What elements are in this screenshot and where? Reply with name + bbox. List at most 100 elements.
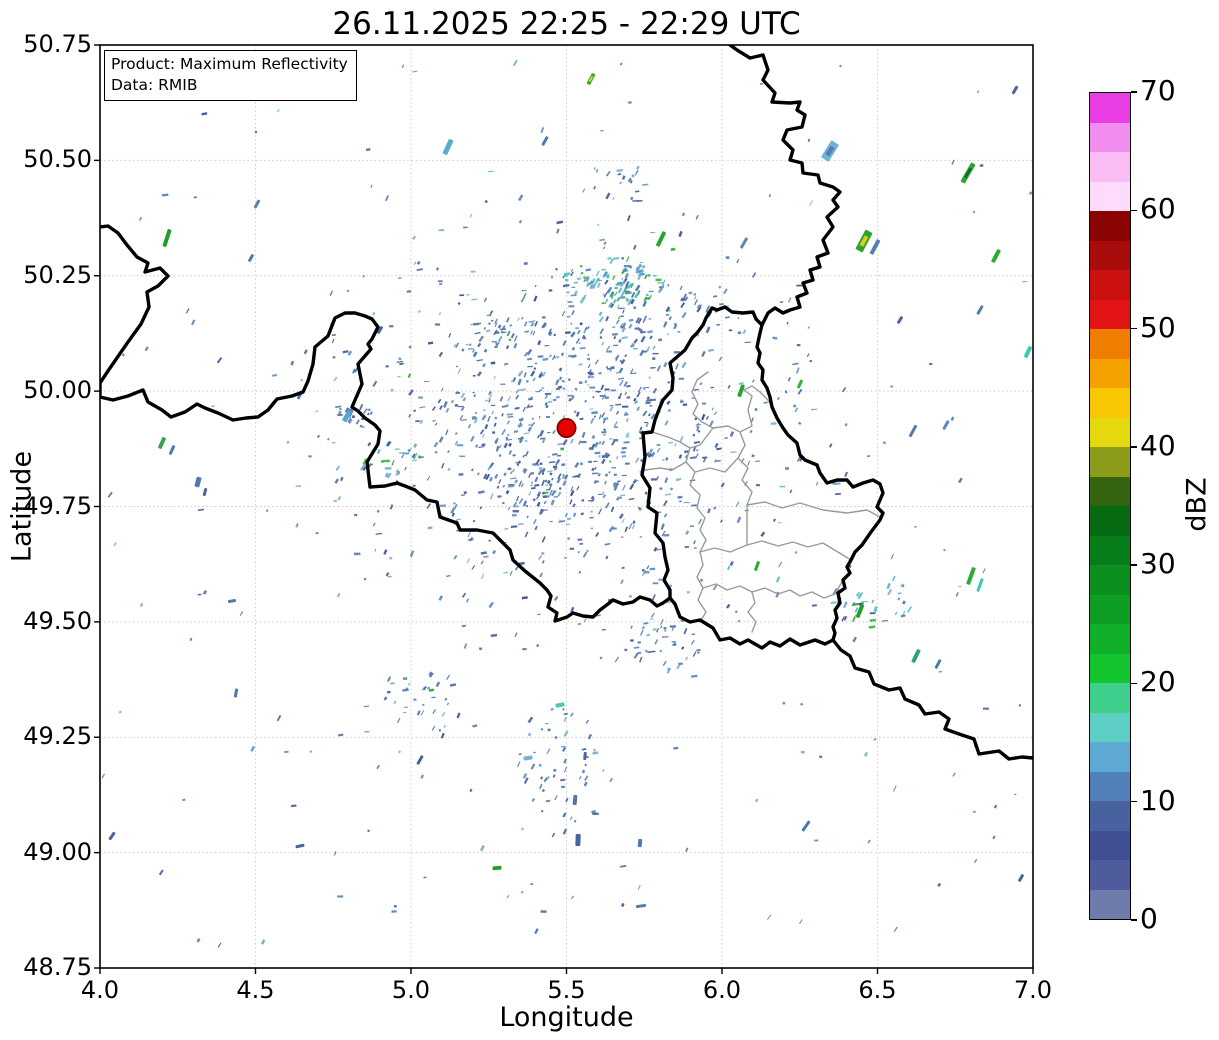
echo-streak <box>1011 85 1019 95</box>
y-axis-label: Latitude <box>6 450 38 563</box>
colorbar-segment <box>1090 683 1130 713</box>
echo-streak <box>637 838 643 848</box>
colorbar-tick-mark <box>1131 919 1137 921</box>
colorbar-tick-mark <box>1131 209 1137 212</box>
colorbar-segment <box>1090 535 1130 565</box>
echo-streak <box>586 73 596 85</box>
regional-border <box>685 447 707 553</box>
regional-border <box>747 591 757 633</box>
colorbar-segment <box>1090 624 1130 654</box>
colorbar-segment <box>1090 594 1130 624</box>
colorbar-segment <box>1090 211 1130 241</box>
echo-streak <box>442 139 454 155</box>
country-border <box>668 596 835 650</box>
colorbar-tick-mark <box>1131 682 1137 685</box>
echo-streak <box>991 249 1001 263</box>
country-border <box>100 224 672 623</box>
colorbar-segment <box>1090 152 1130 182</box>
echo-streak <box>821 140 839 162</box>
map-plot-canvas <box>94 44 1034 974</box>
colorbar-tick-mark <box>1131 800 1137 803</box>
y-tick-label: 49.00 <box>23 837 92 866</box>
echo-streak <box>158 437 166 449</box>
colorbar-segment <box>1090 388 1130 418</box>
echo-streak <box>253 199 261 209</box>
echo-streak <box>896 316 904 324</box>
echo-streak <box>797 379 803 389</box>
colorbar-tick-mark <box>1131 91 1137 93</box>
colorbar-tick-label: 50 <box>1140 310 1176 344</box>
colorbar-segment <box>1090 742 1130 772</box>
colorbar-tick-mark <box>1131 564 1137 566</box>
echo-streak <box>416 755 424 765</box>
echo-streak <box>227 598 237 604</box>
regional-border <box>644 461 687 471</box>
echo-streak <box>555 702 565 708</box>
regional-border <box>696 551 707 623</box>
annotation-data-line: Data: RMIB <box>111 75 198 94</box>
country-border <box>640 305 764 600</box>
echo-streak <box>168 445 176 455</box>
echo-streak <box>737 384 745 398</box>
x-axis-label: Longitude <box>499 1002 634 1033</box>
product-annotation-box: Product: Maximum Reflectivity Data: RMIB <box>104 50 357 101</box>
colorbar-segment <box>1090 240 1130 270</box>
regional-border <box>699 504 748 553</box>
colorbar-segment <box>1090 447 1130 477</box>
x-tick-label: 6.0 <box>702 976 742 1004</box>
x-tick-label: 6.5 <box>858 976 897 1004</box>
country-border <box>831 638 1033 761</box>
echo-streak <box>194 476 202 488</box>
x-tick-label: 5.0 <box>391 976 431 1004</box>
country-border-layer <box>100 45 1033 761</box>
colorbar-segment <box>1090 830 1130 860</box>
radar-echo-layer <box>101 59 1033 948</box>
echo-streak <box>635 903 647 909</box>
echo-streak <box>108 831 116 841</box>
y-tick-label: 50.75 <box>23 30 92 58</box>
colorbar-segment <box>1090 889 1130 919</box>
colorbar-tick-label: 0 <box>1140 902 1158 935</box>
echo-streak <box>934 659 942 669</box>
colorbar-segment <box>1090 417 1130 447</box>
echo-streak <box>575 833 581 847</box>
colorbar-segment <box>1090 565 1130 595</box>
colorbar-segment <box>1090 653 1130 683</box>
country-border <box>728 45 842 327</box>
colorbar-segment <box>1090 329 1130 359</box>
country-border <box>755 323 885 642</box>
colorbar-tick-label: 60 <box>1140 192 1176 226</box>
regional-border <box>651 427 714 449</box>
echo-streak <box>572 794 578 806</box>
echo-streak <box>162 229 172 247</box>
colorbar-segment <box>1090 860 1130 890</box>
echo-streak <box>869 239 881 255</box>
regional-border <box>746 501 881 518</box>
echo-streak <box>342 409 352 423</box>
y-tick-label: 48.75 <box>23 953 92 981</box>
echo-streak <box>1023 346 1033 358</box>
echo-streak <box>801 820 811 832</box>
colorbar-tick-mark <box>1131 327 1137 330</box>
echo-streak <box>541 136 549 146</box>
colorbar <box>1089 92 1131 920</box>
echo-streak <box>202 487 208 497</box>
regional-border <box>737 431 753 506</box>
colorbar-segment <box>1090 771 1130 801</box>
y-tick-label: 49.25 <box>23 722 92 751</box>
echo-streak <box>960 162 976 184</box>
echo-streak <box>297 390 303 400</box>
colorbar-unit-label: dBZ <box>1181 477 1213 532</box>
echo-streak <box>656 231 666 247</box>
colorbar-tick-mark <box>1131 446 1137 448</box>
colorbar-tick-label: 10 <box>1140 783 1176 817</box>
echo-streak <box>908 424 918 438</box>
echo-streak <box>377 326 383 334</box>
axes-frame <box>99 44 1034 969</box>
regional-border <box>702 579 844 599</box>
echo-streak <box>295 843 305 849</box>
x-tick-label: 5.5 <box>547 976 586 1004</box>
echo-streak <box>1018 874 1024 882</box>
echo-streak <box>233 688 239 698</box>
y-tick-label: 50.25 <box>23 260 92 289</box>
